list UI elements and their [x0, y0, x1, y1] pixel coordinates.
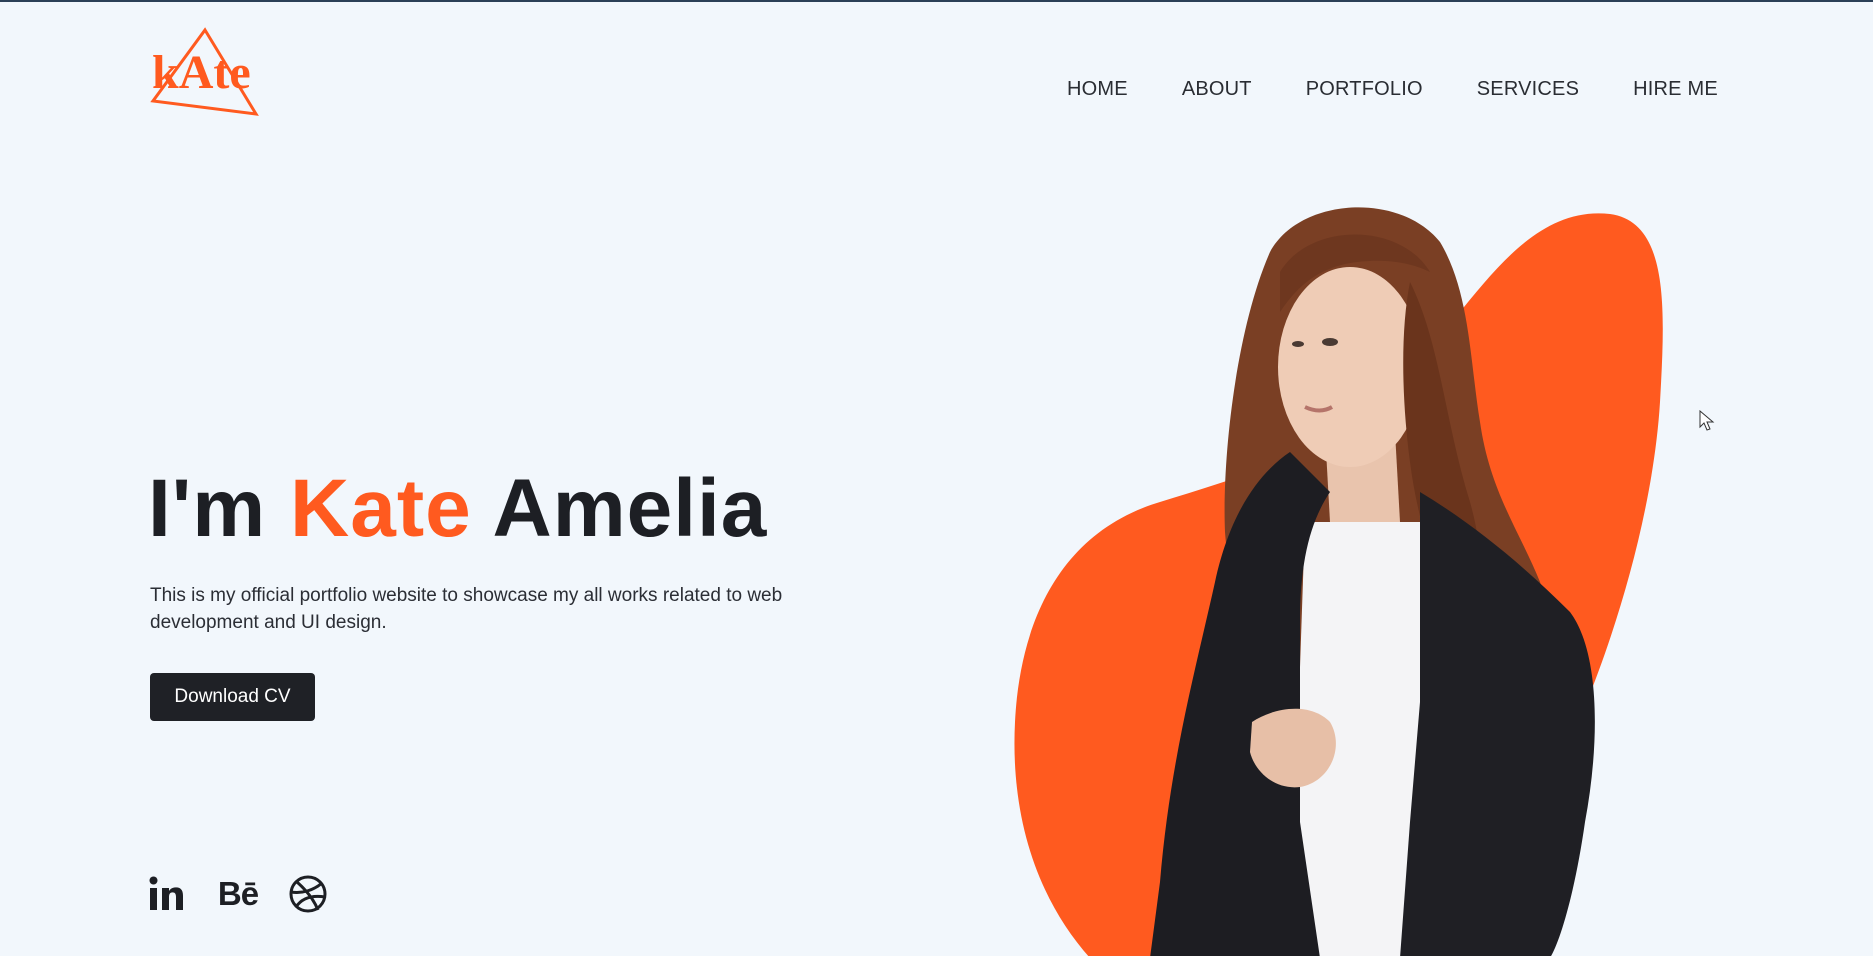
behance-label: Bē	[217, 875, 259, 912]
mouse-cursor-icon	[1699, 410, 1715, 431]
linkedin-icon[interactable]	[148, 874, 188, 914]
nav-item-hire-me[interactable]: HIRE ME	[1633, 78, 1718, 101]
logo[interactable]: kAte	[148, 26, 262, 116]
logo-text: kAte	[152, 46, 251, 99]
logo-mark-icon: kAte	[150, 27, 259, 116]
page: kAte HOME ABOUT PORTFOLIO SERVICES HIRE …	[0, 0, 1873, 956]
nav-item-home[interactable]: HOME	[1067, 78, 1128, 101]
social-links: Bē	[148, 874, 358, 914]
hero-title-highlight: Kate	[290, 463, 472, 554]
hero-title-suffix: Amelia	[492, 463, 768, 554]
download-cv-button[interactable]: Download CV	[150, 673, 315, 721]
hero-title: I'm Kate Amelia	[148, 462, 767, 556]
hero-portrait	[1000, 202, 1700, 956]
nav-item-portfolio[interactable]: PORTFOLIO	[1306, 78, 1423, 101]
nav-item-about[interactable]: ABOUT	[1182, 78, 1252, 101]
nav-item-services[interactable]: SERVICES	[1477, 78, 1579, 101]
behance-icon[interactable]: Bē	[217, 874, 259, 914]
dribbble-icon[interactable]	[288, 874, 328, 914]
hero-description: This is my official portfolio website to…	[150, 585, 783, 633]
main-nav: HOME ABOUT PORTFOLIO SERVICES HIRE ME	[1067, 78, 1718, 101]
hero-title-prefix: I'm	[148, 463, 267, 554]
